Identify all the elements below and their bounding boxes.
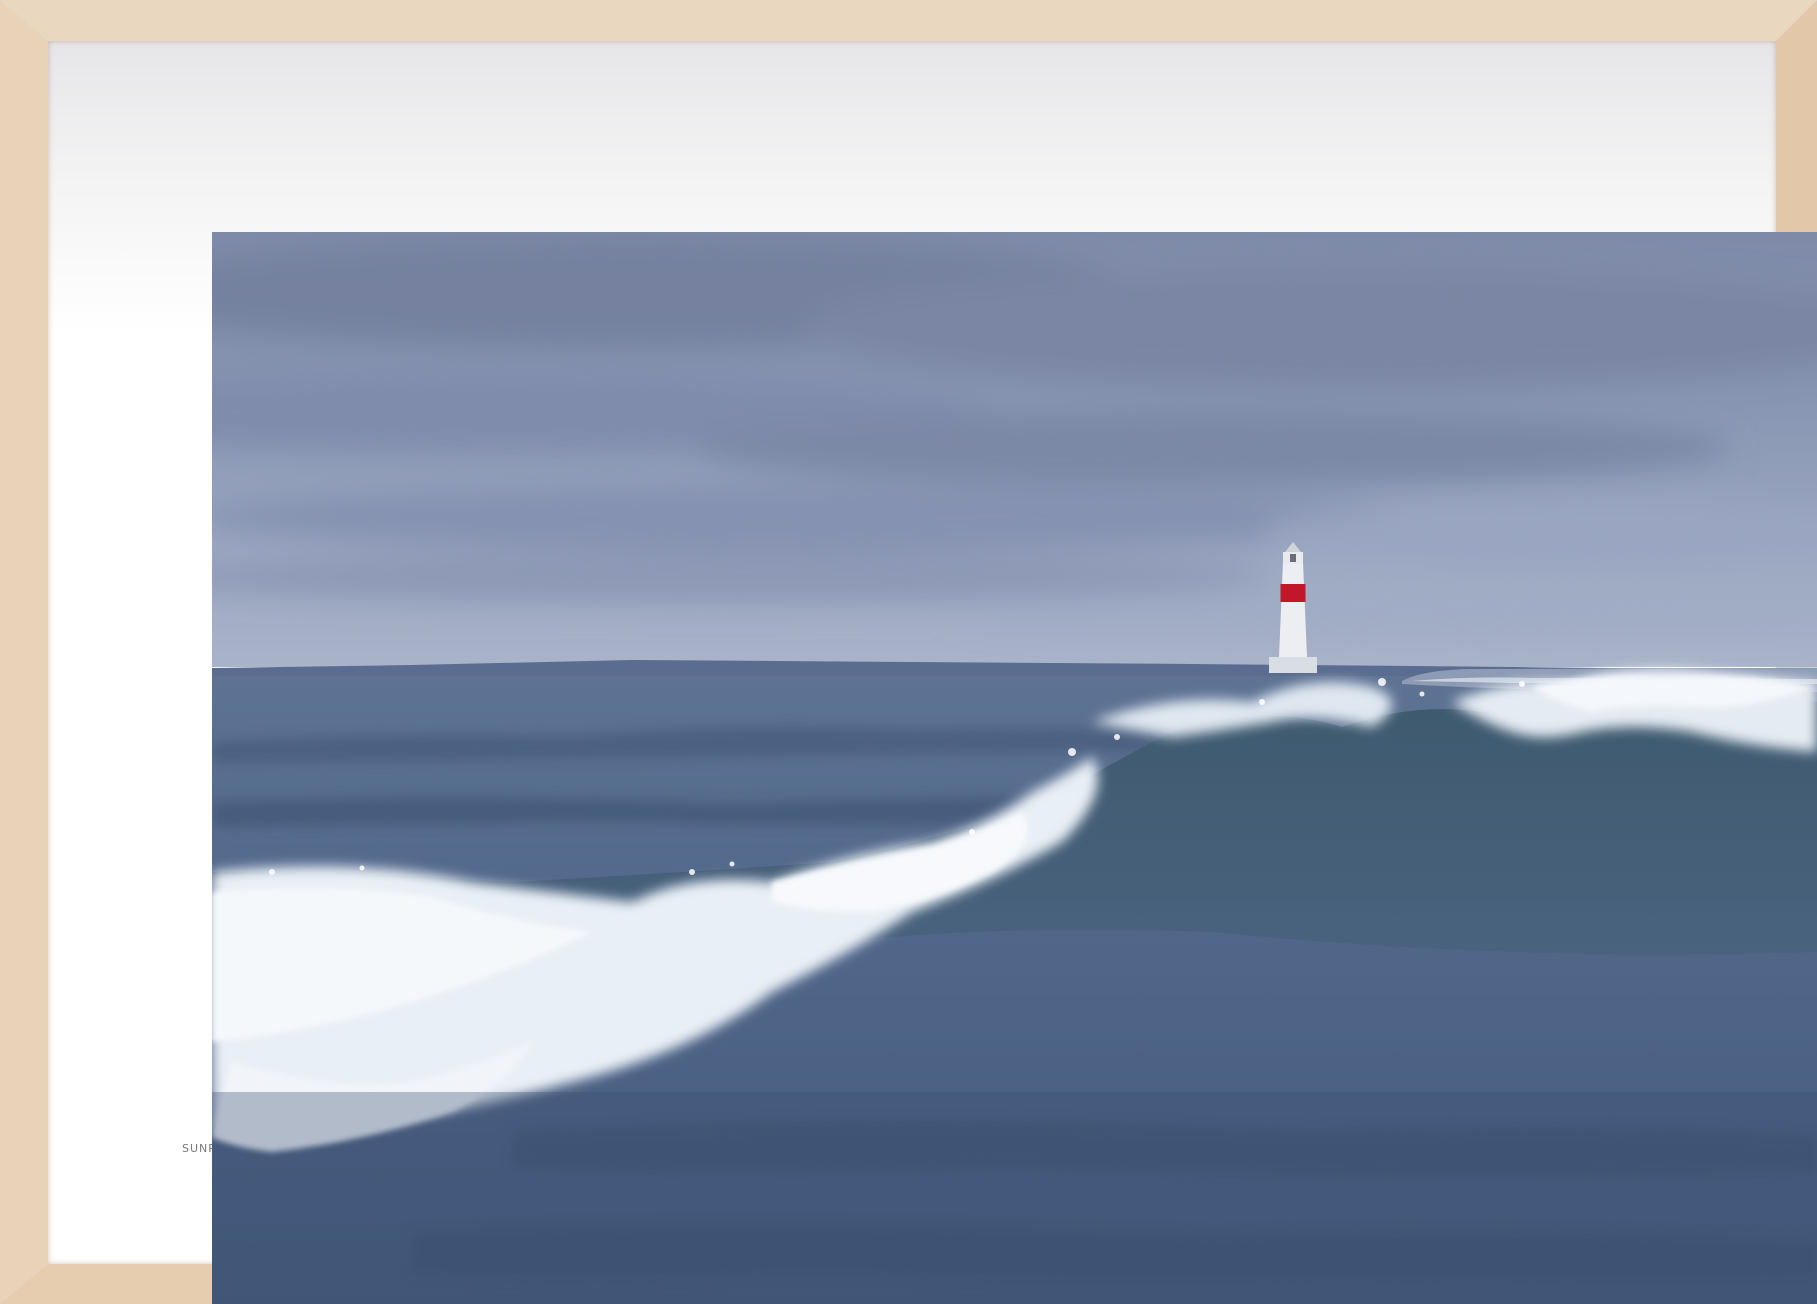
lighthouse-red-band (1280, 584, 1306, 602)
framed-print-mockup: SUNR (0, 0, 1817, 1304)
seascape-illustration (212, 232, 1817, 1304)
foreground-water (212, 1092, 1817, 1304)
seascape-photo (212, 232, 1817, 1304)
